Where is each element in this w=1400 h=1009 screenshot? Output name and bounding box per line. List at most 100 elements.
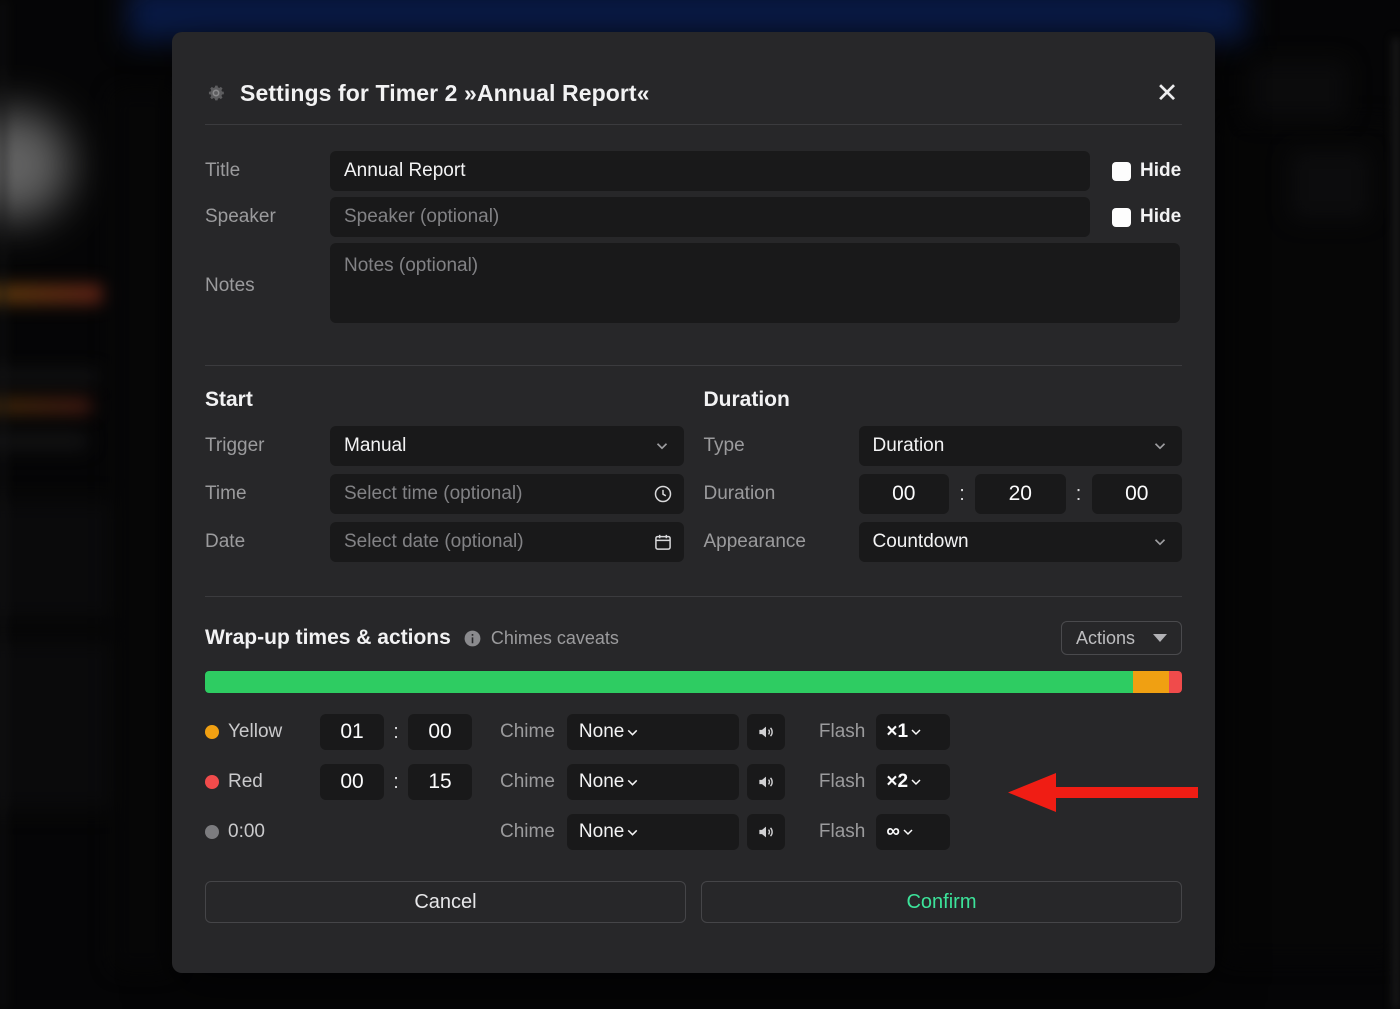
- start-column: Start Trigger Manual Time Select time (o…: [205, 388, 684, 570]
- start-time-input[interactable]: Select time (optional): [330, 474, 684, 514]
- wrapup-time-fields: 00:15: [320, 764, 472, 800]
- wrapup-progress-bar: [205, 671, 1182, 693]
- speaker-hide-label: Hide: [1140, 206, 1181, 228]
- speaker-row: Speaker Hide: [205, 197, 1182, 237]
- chime-label: Chime: [500, 771, 555, 793]
- details-section: Title Hide Speaker Hide Notes: [172, 125, 1215, 328]
- cancel-button[interactable]: Cancel: [205, 881, 686, 923]
- appearance-label: Appearance: [704, 531, 859, 553]
- duration-minutes-input[interactable]: 20: [975, 474, 1066, 514]
- wrapup-seconds-input[interactable]: 00: [408, 714, 472, 750]
- actions-button-label: Actions: [1076, 628, 1135, 649]
- start-date-label: Date: [205, 531, 330, 553]
- flash-select[interactable]: ×2: [876, 764, 950, 800]
- wrapup-rows: Yellow01:00ChimeNoneFlash×1Red00:15Chime…: [172, 707, 1215, 857]
- start-date-placeholder: Select date (optional): [344, 531, 524, 553]
- title-hide-label: Hide: [1140, 160, 1181, 182]
- chimes-caveats-link[interactable]: Chimes caveats: [491, 628, 1061, 649]
- wrapup-header: Wrap-up times & actions Chimes caveats A…: [172, 621, 1215, 655]
- flash-label: Flash: [819, 821, 865, 843]
- chime-select[interactable]: None: [567, 814, 739, 850]
- wrapup-time-separator: :: [384, 721, 408, 744]
- duration-column: Duration Type Duration Duration 00 : 20 …: [704, 388, 1183, 570]
- title-input[interactable]: [330, 151, 1090, 191]
- preview-sound-button[interactable]: [747, 714, 785, 750]
- bar-segment-green: [205, 671, 1133, 693]
- chime-select[interactable]: None: [567, 764, 739, 800]
- chevron-down-icon: [624, 724, 641, 741]
- speaker-icon: [756, 772, 776, 792]
- title-hide-checkbox[interactable]: Hide: [1112, 160, 1181, 182]
- chime-value: None: [579, 771, 624, 793]
- wrapup-time-separator: :: [384, 771, 408, 794]
- chevron-down-icon: [900, 824, 916, 840]
- checkbox-box: [1112, 208, 1131, 227]
- duration-type-select[interactable]: Duration: [859, 426, 1183, 466]
- trigger-label: Trigger: [205, 435, 330, 457]
- wrapup-seconds-input[interactable]: 15: [408, 764, 472, 800]
- start-date-row: Date Select date (optional): [205, 522, 684, 562]
- appearance-select[interactable]: Countdown: [859, 522, 1183, 562]
- schedule-columns: Start Trigger Manual Time Select time (o…: [172, 366, 1215, 570]
- notes-textarea[interactable]: [330, 243, 1180, 323]
- duration-hours-input[interactable]: 00: [859, 474, 950, 514]
- duration-value-label: Duration: [704, 483, 859, 505]
- start-time-placeholder: Select time (optional): [344, 483, 522, 505]
- speaker-label: Speaker: [205, 206, 330, 228]
- duration-type-value: Duration: [873, 435, 945, 457]
- start-date-input[interactable]: Select date (optional): [330, 522, 684, 562]
- confirm-button[interactable]: Confirm: [701, 881, 1182, 923]
- chevron-down-icon: [1151, 437, 1169, 455]
- flash-value: ∞: [886, 821, 900, 843]
- wrapup-row-label: 0:00: [228, 821, 320, 843]
- chime-value: None: [579, 721, 624, 743]
- info-icon[interactable]: [463, 629, 482, 648]
- wrapup-minutes-input[interactable]: 01: [320, 714, 384, 750]
- speaker-input[interactable]: [330, 197, 1090, 237]
- trigger-select[interactable]: Manual: [330, 426, 684, 466]
- duration-seconds-input[interactable]: 00: [1092, 474, 1183, 514]
- wrapup-row-label: Red: [228, 771, 320, 793]
- flash-select[interactable]: ∞: [876, 814, 950, 850]
- duration-heading: Duration: [704, 388, 1183, 412]
- wrapup-row-label: Yellow: [228, 721, 320, 743]
- duration-separator: :: [949, 483, 975, 506]
- notes-row: Notes: [205, 243, 1182, 328]
- preview-sound-button[interactable]: [747, 764, 785, 800]
- flash-select[interactable]: ×1: [876, 714, 950, 750]
- flash-value: ×1: [886, 721, 908, 743]
- chevron-down-icon: [624, 774, 641, 791]
- wrapup-heading: Wrap-up times & actions: [205, 626, 451, 650]
- duration-type-row: Type Duration: [704, 426, 1183, 466]
- appearance-row: Appearance Countdown: [704, 522, 1183, 562]
- wrapup-row: 0:00:ChimeNoneFlash∞: [172, 807, 1215, 857]
- caret-down-icon: [1153, 634, 1167, 642]
- chevron-down-icon: [653, 437, 671, 455]
- wrapup-row: Yellow01:00ChimeNoneFlash×1: [172, 707, 1215, 757]
- duration-type-label: Type: [704, 435, 859, 457]
- speaker-hide-checkbox[interactable]: Hide: [1112, 206, 1181, 228]
- chevron-down-icon: [908, 774, 924, 790]
- schedule-divider: [205, 596, 1182, 597]
- chime-label: Chime: [500, 721, 555, 743]
- notes-label: Notes: [205, 275, 330, 297]
- preview-sound-button[interactable]: [747, 814, 785, 850]
- status-dot: [205, 775, 219, 789]
- speaker-icon: [756, 822, 776, 842]
- speaker-icon: [756, 722, 776, 742]
- close-icon[interactable]: ✕: [1152, 78, 1182, 108]
- timer-settings-dialog: Settings for Timer 2 »Annual Report« ✕ T…: [172, 32, 1215, 973]
- dialog-header: Settings for Timer 2 »Annual Report« ✕: [172, 32, 1215, 124]
- actions-button[interactable]: Actions: [1061, 621, 1182, 655]
- flash-label: Flash: [819, 771, 865, 793]
- chime-select[interactable]: None: [567, 714, 739, 750]
- chime-value: None: [579, 821, 624, 843]
- dialog-title: Settings for Timer 2 »Annual Report«: [240, 80, 1152, 107]
- chevron-down-icon: [624, 824, 641, 841]
- wrapup-time-fields: 01:00: [320, 714, 472, 750]
- start-time-row: Time Select time (optional): [205, 474, 684, 514]
- duration-value-row: Duration 00 : 20 : 00: [704, 474, 1183, 514]
- wrapup-minutes-input[interactable]: 00: [320, 764, 384, 800]
- gear-icon: [205, 82, 227, 104]
- trigger-row: Trigger Manual: [205, 426, 684, 466]
